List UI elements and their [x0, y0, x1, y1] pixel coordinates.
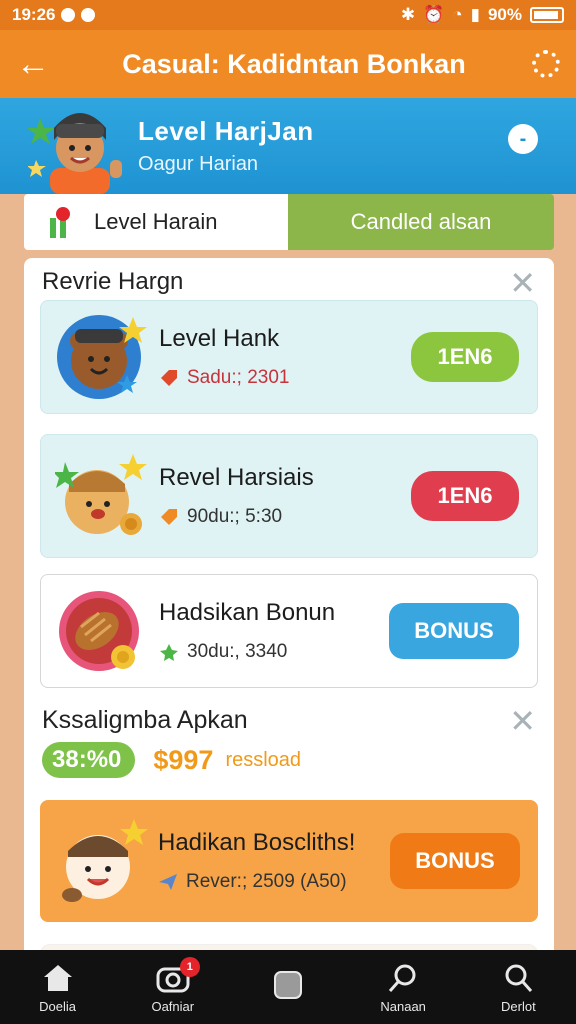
- section-title: Revrie Hargn: [42, 268, 184, 295]
- battery-icon: [530, 7, 564, 23]
- card-title: Level Hank: [159, 325, 280, 352]
- nav-item-square[interactable]: [243, 968, 333, 1006]
- level-title: Level HarjJan: [138, 116, 314, 146]
- claim-button[interactable]: 1EN6: [411, 471, 519, 521]
- flag-icon: [50, 207, 70, 238]
- bottom-nav: Doelia 1 Oafniar Nanaan Derlot: [0, 950, 576, 1024]
- magnify-icon: [501, 961, 535, 995]
- bear-avatar: [55, 309, 151, 405]
- close-icon[interactable]: ✕: [509, 264, 536, 302]
- nav-label: Nanaan: [380, 998, 426, 1014]
- home-icon: [41, 961, 75, 995]
- nav-label: Oafniar: [151, 998, 195, 1014]
- content-panel: Revrie Hargn ✕ Level Hank Sadu:; 2301 1E…: [24, 258, 554, 958]
- alarm-icon: ⏰: [423, 5, 445, 24]
- progress-pill: 38:%0: [42, 742, 136, 778]
- nav-item-camera[interactable]: 1 Oafniar: [128, 956, 218, 1014]
- reward-card[interactable]: Revel Harsiais 90du:; 5:30 1EN6: [40, 434, 538, 558]
- status-time: 19:26: [12, 5, 56, 24]
- level-subtitle: Oagur Harian: [138, 153, 259, 175]
- section-title: Kssaligmba Apkan: [42, 706, 248, 734]
- battery-percent: 90%: [487, 5, 522, 24]
- stats-row: 38:%0 $997 ressload: [42, 742, 301, 778]
- notification-badge: 1: [179, 956, 200, 977]
- wifi-icon: ◔: [452, 5, 463, 24]
- loading-spinner-icon[interactable]: [532, 50, 560, 78]
- promo-card[interactable]: Hadikan Boscliths! Rever:; 2509 (A50) BO…: [40, 800, 538, 922]
- card-meta: 90du:; 5:30: [187, 506, 283, 527]
- nav-item-magnify[interactable]: Derlot: [473, 961, 563, 1014]
- card-title: Revel Harsiais: [159, 464, 314, 491]
- tab-bar: Level Harain Candled alsan: [24, 194, 554, 250]
- bonus-button[interactable]: BONUS: [390, 833, 520, 889]
- tab-label: Candled alsan: [350, 209, 492, 234]
- bluetooth-icon: ✱: [400, 5, 416, 24]
- leaf-icon: [160, 644, 178, 661]
- money-note: ressload: [225, 748, 302, 771]
- reward-card[interactable]: Level Hank Sadu:; 2301 1EN6: [40, 300, 538, 414]
- status-bar: 19:26 ✱ ⏰ ◔ ▮ 90%: [0, 0, 576, 30]
- bonus-card[interactable]: Hadsikan Bonun 30du:, 3340 BONUS: [40, 574, 538, 688]
- app-bar: ← Casual: Kadidntan Bonkan: [0, 30, 576, 98]
- notification-icon: [61, 8, 76, 22]
- collapse-button[interactable]: -: [508, 124, 538, 154]
- bread-avatar: [55, 583, 151, 679]
- tag-icon: [161, 370, 177, 386]
- hero-avatar: [27, 98, 128, 194]
- signal-icon: ▮: [470, 5, 480, 24]
- send-icon: [159, 874, 177, 890]
- card-title: Hadsikan Bonun: [159, 599, 336, 626]
- tab-candled-alsan[interactable]: Candled alsan: [288, 194, 554, 250]
- card-title: Hadikan Boscliths!: [158, 829, 356, 856]
- money-amount: $997: [153, 744, 214, 775]
- nav-item-search[interactable]: Nanaan: [358, 961, 448, 1014]
- back-arrow-icon[interactable]: ←: [16, 45, 56, 84]
- nav-label: Doelia: [39, 998, 77, 1014]
- tag-icon: [161, 509, 177, 525]
- search-icon: [386, 961, 420, 995]
- card-meta: Rever:; 2509 (A50): [186, 871, 347, 892]
- notification-icon-2: [81, 8, 96, 22]
- card-meta: Sadu:; 2301: [187, 367, 290, 388]
- close-icon[interactable]: ✕: [509, 702, 536, 740]
- page-title: Casual: Kadidntan Bonkan: [122, 48, 466, 79]
- nav-item-home[interactable]: Doelia: [13, 961, 103, 1014]
- cat-avatar: [53, 448, 151, 544]
- card-meta: 30du:, 3340: [187, 641, 288, 662]
- tab-level-harain[interactable]: Level Harain: [24, 194, 288, 250]
- tab-label: Level Harain: [94, 209, 218, 234]
- bonus-button[interactable]: BONUS: [389, 603, 519, 659]
- square-icon: [271, 968, 305, 1002]
- claim-button[interactable]: 1EN6: [411, 332, 519, 382]
- level-header: Level HarjJan Oagur Harian -: [0, 98, 576, 194]
- nav-label: Derlot: [501, 998, 536, 1014]
- dog-avatar: [54, 813, 150, 909]
